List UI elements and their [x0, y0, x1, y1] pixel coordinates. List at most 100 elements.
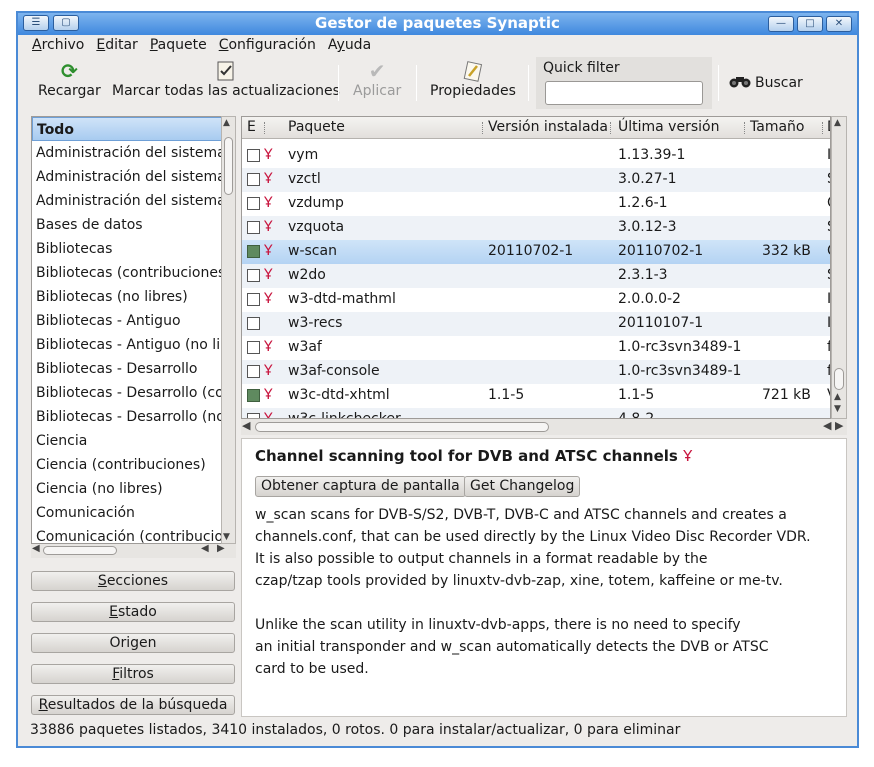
column-header-status[interactable]: E — [247, 119, 256, 135]
latest-version: 2.0.0.0-2 — [618, 291, 681, 307]
sections-list[interactable]: Todo Administración del sistema Administ… — [31, 116, 236, 544]
scrollbar-thumb[interactable] — [43, 546, 117, 555]
package-row[interactable]: Ұw3c-linkchecker 4.8-2 — [242, 408, 830, 418]
scroll-up-icon[interactable]: ▲ — [834, 392, 841, 402]
debian-icon: Ұ — [264, 195, 273, 211]
package-row[interactable]: w3-recs 20110107-1 I — [242, 312, 830, 336]
menu-editar[interactable]: Editar — [96, 35, 145, 57]
package-checkbox[interactable] — [247, 341, 260, 354]
section-item[interactable]: Bibliotecas (no libres) — [32, 285, 235, 309]
section-item[interactable]: Bibliotecas — [32, 237, 235, 261]
column-header-installed-version[interactable]: Versión instalada — [488, 119, 608, 135]
mark-all-upgrades-button[interactable]: Marcar todas las actualizaciones — [112, 59, 340, 99]
binoculars-icon — [729, 74, 751, 92]
search-button[interactable]: Buscar — [729, 74, 803, 92]
scrollbar-thumb[interactable] — [834, 368, 844, 390]
scroll-right-icon[interactable]: ▶ — [835, 419, 843, 432]
column-header-size[interactable]: Tamaño — [750, 119, 804, 135]
menu-archivo[interactable]: Archivo — [32, 35, 92, 57]
package-name: w3af-console — [288, 363, 380, 379]
package-row[interactable]: Ұvzctl3.0.27-1S — [242, 168, 830, 192]
section-item[interactable]: Administración del sistema — [32, 189, 235, 213]
title-bar[interactable]: ☰ ▢ Gestor de paquetes Synaptic — □ ✕ — [18, 13, 857, 35]
menu-paquete[interactable]: Paquete — [150, 35, 215, 57]
origin-button[interactable]: Origen — [31, 633, 235, 653]
package-checkbox[interactable] — [247, 173, 260, 186]
section-item[interactable]: Comunicación — [32, 501, 235, 525]
section-item[interactable]: Ciencia — [32, 429, 235, 453]
section-item[interactable]: Bibliotecas - Antiguo (no libres) — [32, 333, 235, 357]
section-item[interactable]: Bibliotecas - Desarrollo — [32, 357, 235, 381]
section-item[interactable]: Ciencia (no libres) — [32, 477, 235, 501]
section-item[interactable]: Bibliotecas - Desarrollo (contribuciones… — [32, 381, 235, 405]
column-header-latest-version[interactable]: Última versión — [618, 119, 719, 135]
package-checkbox[interactable] — [247, 389, 260, 402]
package-row[interactable]: Ұvzdump1.2.6-1C — [242, 192, 830, 216]
installed-version: 1.1-5 — [488, 387, 525, 403]
package-name: w3-dtd-mathml — [288, 291, 396, 307]
scroll-left-icon[interactable]: ◀ — [242, 419, 250, 432]
scroll-down-icon[interactable]: ▼ — [834, 404, 841, 414]
scrollbar-thumb[interactable] — [224, 137, 233, 195]
sections-vertical-scrollbar[interactable]: ▲ ▼ — [221, 116, 236, 544]
sections-button[interactable]: Secciones — [31, 571, 235, 591]
search-results-button[interactable]: Resultados de la búsqueda — [31, 695, 235, 715]
scroll-left-icon[interactable]: ◀ — [823, 419, 831, 432]
package-horizontal-scrollbar[interactable]: ◀ ◀ ▶ — [241, 419, 847, 435]
properties-button[interactable]: Propiedades — [430, 59, 516, 99]
package-vertical-scrollbar[interactable]: ▲ ▲ ▼ — [831, 116, 847, 419]
scroll-right-icon[interactable]: ▶ — [217, 543, 225, 554]
minimize-icon[interactable]: — — [768, 16, 794, 32]
package-name: vym — [288, 147, 319, 163]
status-button[interactable]: Estado — [31, 602, 235, 622]
latest-version: 2.3.1-3 — [618, 267, 668, 283]
quick-filter-input[interactable] — [545, 81, 703, 105]
column-header-package[interactable]: Paquete — [288, 119, 345, 135]
package-checkbox[interactable] — [247, 245, 260, 258]
get-changelog-button[interactable]: Get Changelog — [464, 476, 581, 497]
reload-button[interactable]: ⟳ Recargar — [38, 59, 101, 99]
package-checkbox[interactable] — [247, 197, 260, 210]
package-checkbox[interactable] — [247, 365, 260, 378]
section-item[interactable]: Bases de datos — [32, 213, 235, 237]
package-row[interactable]: Ұw3af-console1.0-rc3svn3489-1f — [242, 360, 830, 384]
quick-filter-label: Quick filter — [543, 60, 620, 76]
scroll-left-icon[interactable]: ◀ — [201, 543, 209, 554]
scroll-up-icon[interactable]: ▲ — [223, 118, 230, 128]
sections-horizontal-scrollbar[interactable]: ◀ ◀ ▶ — [31, 543, 236, 558]
apply-button[interactable]: ✔ Aplicar — [353, 59, 401, 99]
package-row[interactable]: Ұw3c-dtd-xhtml1.1-51.1-5721 kBV — [242, 384, 830, 408]
get-screenshot-button[interactable]: Obtener captura de pantalla — [255, 476, 466, 497]
package-name: vzquota — [288, 219, 345, 235]
package-row[interactable]: Ұw-scan20110702-120110702-1332 kBC — [242, 240, 830, 264]
section-item[interactable]: Bibliotecas (contribuciones) — [32, 261, 235, 285]
package-checkbox[interactable] — [247, 317, 260, 330]
package-row[interactable]: Ұw3af1.0-rc3svn3489-1f — [242, 336, 830, 360]
scroll-down-icon[interactable]: ▼ — [223, 532, 230, 542]
menu-ayuda[interactable]: Ayuda — [328, 35, 379, 57]
quick-filter: Quick filter — [536, 57, 712, 109]
close-icon[interactable]: ✕ — [826, 16, 852, 32]
package-row[interactable]: Ұw3-dtd-mathml 2.0.0.0-2 I — [242, 288, 830, 312]
section-item[interactable]: Administración del sistema — [32, 141, 235, 165]
package-list[interactable]: E Paquete Versión instalada Última versi… — [241, 116, 831, 419]
package-row[interactable]: Ұvzquota3.0.12-3S — [242, 216, 830, 240]
section-item[interactable]: Administración del sistema — [32, 165, 235, 189]
menu-configuracion[interactable]: Configuración — [219, 35, 324, 57]
section-item[interactable]: Bibliotecas - Desarrollo (no libres) — [32, 405, 235, 429]
package-checkbox[interactable] — [247, 149, 260, 162]
package-row[interactable]: Ұw2do2.3.1-3S — [242, 264, 830, 288]
scroll-up-icon[interactable]: ▲ — [834, 118, 841, 128]
package-checkbox[interactable] — [247, 221, 260, 234]
package-checkbox[interactable] — [247, 269, 260, 282]
section-item[interactable]: Bibliotecas - Antiguo — [32, 309, 235, 333]
scrollbar-thumb[interactable] — [255, 422, 549, 432]
section-item[interactable]: Ciencia (contribuciones) — [32, 453, 235, 477]
package-row[interactable]: Ұvym 1.13.39-1 I — [242, 144, 830, 168]
package-checkbox[interactable] — [247, 293, 260, 306]
section-item[interactable]: Todo — [32, 117, 235, 141]
filters-button[interactable]: Filtros — [31, 664, 235, 684]
section-item[interactable]: Comunicación (contribuciones) — [32, 525, 235, 543]
scroll-left-icon[interactable]: ◀ — [32, 543, 40, 554]
maximize-icon[interactable]: □ — [797, 16, 823, 32]
